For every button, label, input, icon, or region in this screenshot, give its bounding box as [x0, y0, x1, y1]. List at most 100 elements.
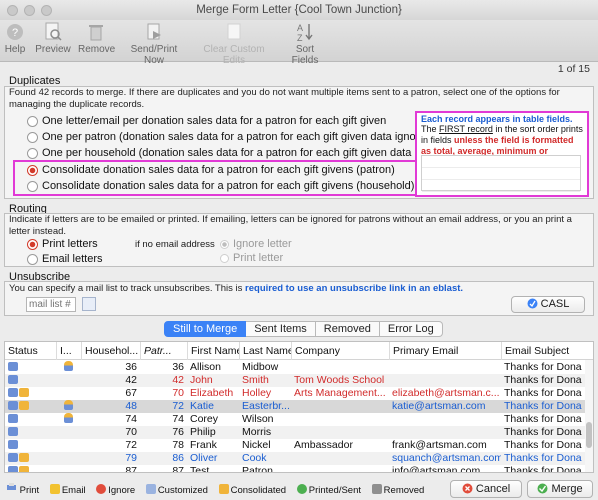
col-first-name[interactable]: First Name [187, 342, 239, 360]
svg-text:A: A [297, 23, 303, 33]
radio-button-disabled[interactable] [220, 239, 229, 249]
table-row[interactable]: 72 78 Frank Nickel Ambassador frank@artsman.c… [5, 439, 593, 452]
col-primary-email[interactable]: Primary Email [389, 342, 501, 360]
radio-button-selected[interactable] [27, 164, 38, 176]
merge-button[interactable]: Merge [527, 480, 593, 498]
row-indicator [56, 439, 81, 452]
print-icon [8, 388, 18, 397]
col-household[interactable]: Househol... [81, 342, 140, 360]
cell-first: Corey [190, 413, 219, 425]
row-status [5, 387, 56, 400]
table-row[interactable]: 48 72 Katie Easterbr... katie@artsman.com Tha… [5, 400, 593, 413]
consolidated-icon [19, 453, 29, 462]
cell-household: 67 [125, 387, 137, 399]
clear-custom-edits-button[interactable]: Clear Custom Edits [194, 22, 274, 66]
toolbar: ? Help Preview Remove Send/Print Now Cle… [0, 20, 598, 66]
cell-patron: 36 [172, 361, 184, 373]
tab-still-to-merge[interactable]: Still to Merge [164, 321, 247, 337]
tab-error-log[interactable]: Error Log [379, 321, 443, 337]
table-row[interactable]: 79 86 Oliver Cook squanch@artsman.com Thanks … [5, 452, 593, 465]
table-row[interactable]: 74 74 Corey Wilson Thanks for Dona [5, 413, 593, 426]
option-label: One per patron (donation sales data for … [42, 131, 415, 143]
cancel-button[interactable]: Cancel [450, 480, 522, 498]
radio-button[interactable] [27, 115, 38, 127]
legend-removed: Removed [371, 484, 424, 496]
row-indicator [56, 465, 81, 472]
table-header: Status I... Househol... Patr... First Na… [5, 342, 593, 360]
cell-last: Morris [242, 426, 272, 438]
casl-button[interactable]: CASL [511, 296, 585, 313]
records-table: Status I... Househol... Patr... First Na… [4, 341, 594, 473]
duplicate-option-consolidate-patron[interactable]: Consolidate donation sales data for a pa… [27, 164, 395, 176]
email-letters-option[interactable]: Email letters [27, 253, 103, 265]
close-window-button[interactable] [7, 5, 18, 16]
records-tabs: Still to Merge Sent Items Removed Error … [164, 321, 443, 337]
print-icon [8, 362, 18, 371]
duplicate-option-per-patron[interactable]: One per patron (donation sales data for … [27, 131, 415, 143]
cell-company [291, 465, 389, 472]
legend-printed-sent: Printed/Sent [296, 484, 361, 496]
remove-button[interactable]: Remove [78, 22, 115, 55]
print-letters-option[interactable]: Print letters [27, 238, 98, 250]
radio-button[interactable] [27, 131, 38, 143]
mail-list-input[interactable] [26, 297, 76, 312]
cell-patron: 86 [172, 452, 184, 464]
mail-list-lookup-icon[interactable] [82, 297, 96, 311]
cell-company: Ambassador [294, 439, 353, 451]
cell-email [389, 426, 501, 439]
duplicate-option-consolidate-household[interactable]: Consolidate donation sales data for a pa… [27, 180, 414, 192]
consolidated-icon [19, 466, 29, 472]
radio-button[interactable] [27, 253, 38, 265]
table-row[interactable]: 70 76 Philip Morris Thanks for Dona [5, 426, 593, 439]
svg-text:Z: Z [297, 33, 303, 42]
print-letter-option[interactable]: Print letter [220, 252, 283, 264]
zoom-window-button[interactable] [41, 5, 52, 16]
duplicates-description: Found 42 records to merge. If there are … [9, 87, 560, 110]
col-company[interactable]: Company [291, 342, 389, 360]
routing-description: Indicate if letters are to be emailed or… [9, 214, 572, 237]
cell-patron: 78 [172, 439, 184, 451]
col-email-subject[interactable]: Email Subject [501, 342, 593, 360]
cell-household: 87 [125, 465, 137, 473]
table-row[interactable]: 36 36 Allison Midbow Thanks for Dona [5, 361, 593, 374]
radio-button-selected[interactable] [27, 238, 38, 250]
cell-first: Frank [190, 439, 217, 451]
radio-button[interactable] [27, 180, 38, 192]
row-status [5, 452, 56, 465]
cell-email: squanch@artsman.com [392, 452, 501, 464]
radio-button[interactable] [27, 147, 38, 159]
table-scrollbar[interactable] [585, 360, 593, 472]
col-patron[interactable]: Patr... [140, 342, 187, 360]
table-row[interactable]: 67 70 Elizabeth Holley Arts Management... eli… [5, 387, 593, 400]
minimize-window-button[interactable] [24, 5, 35, 16]
tab-sent-items[interactable]: Sent Items [246, 321, 316, 337]
legend-customized-label: Customized [157, 485, 208, 496]
cell-email: frank@artsman.com [392, 439, 487, 451]
table-row[interactable]: 87 87 Test Patron info@artsman.com Thanks for… [5, 465, 593, 473]
sort-az-icon: AZ [297, 23, 313, 42]
radio-button-disabled[interactable] [220, 253, 229, 263]
help-button[interactable]: ? Help [4, 22, 26, 55]
table-scrollbar-thumb[interactable] [586, 422, 592, 448]
svg-text:?: ? [12, 27, 18, 39]
duplicate-option-per-household[interactable]: One per household (donation sales data f… [27, 147, 415, 159]
unsubscribe-description: You can specify a mail list to track uns… [9, 283, 589, 295]
col-status[interactable]: Status [5, 342, 56, 360]
ignore-letter-option[interactable]: Ignore letter [220, 238, 292, 250]
table-row[interactable]: 42 42 John Smith Tom Woods School Thanks for … [5, 374, 593, 387]
ignore-icon [96, 484, 107, 494]
send-print-now-button[interactable]: Send/Print Now [122, 22, 186, 66]
option-label: Print letter [233, 252, 284, 264]
cell-patron: 72 [172, 400, 184, 412]
tab-removed[interactable]: Removed [315, 321, 380, 337]
cell-subject: Thanks for Dona [504, 400, 582, 412]
col-i[interactable]: I... [56, 342, 81, 360]
duplicate-option-per-gift[interactable]: One letter/email per donation sales data… [27, 115, 415, 127]
col-last-name[interactable]: Last Name [239, 342, 291, 360]
option-label: Print letters [42, 238, 98, 250]
casl-icon [527, 298, 538, 309]
sort-fields-button[interactable]: AZ Sort Fields [282, 22, 328, 66]
consolidation-field-list[interactable] [421, 155, 581, 192]
preview-button[interactable]: Preview [34, 22, 72, 55]
legend-email: Email [49, 484, 86, 496]
